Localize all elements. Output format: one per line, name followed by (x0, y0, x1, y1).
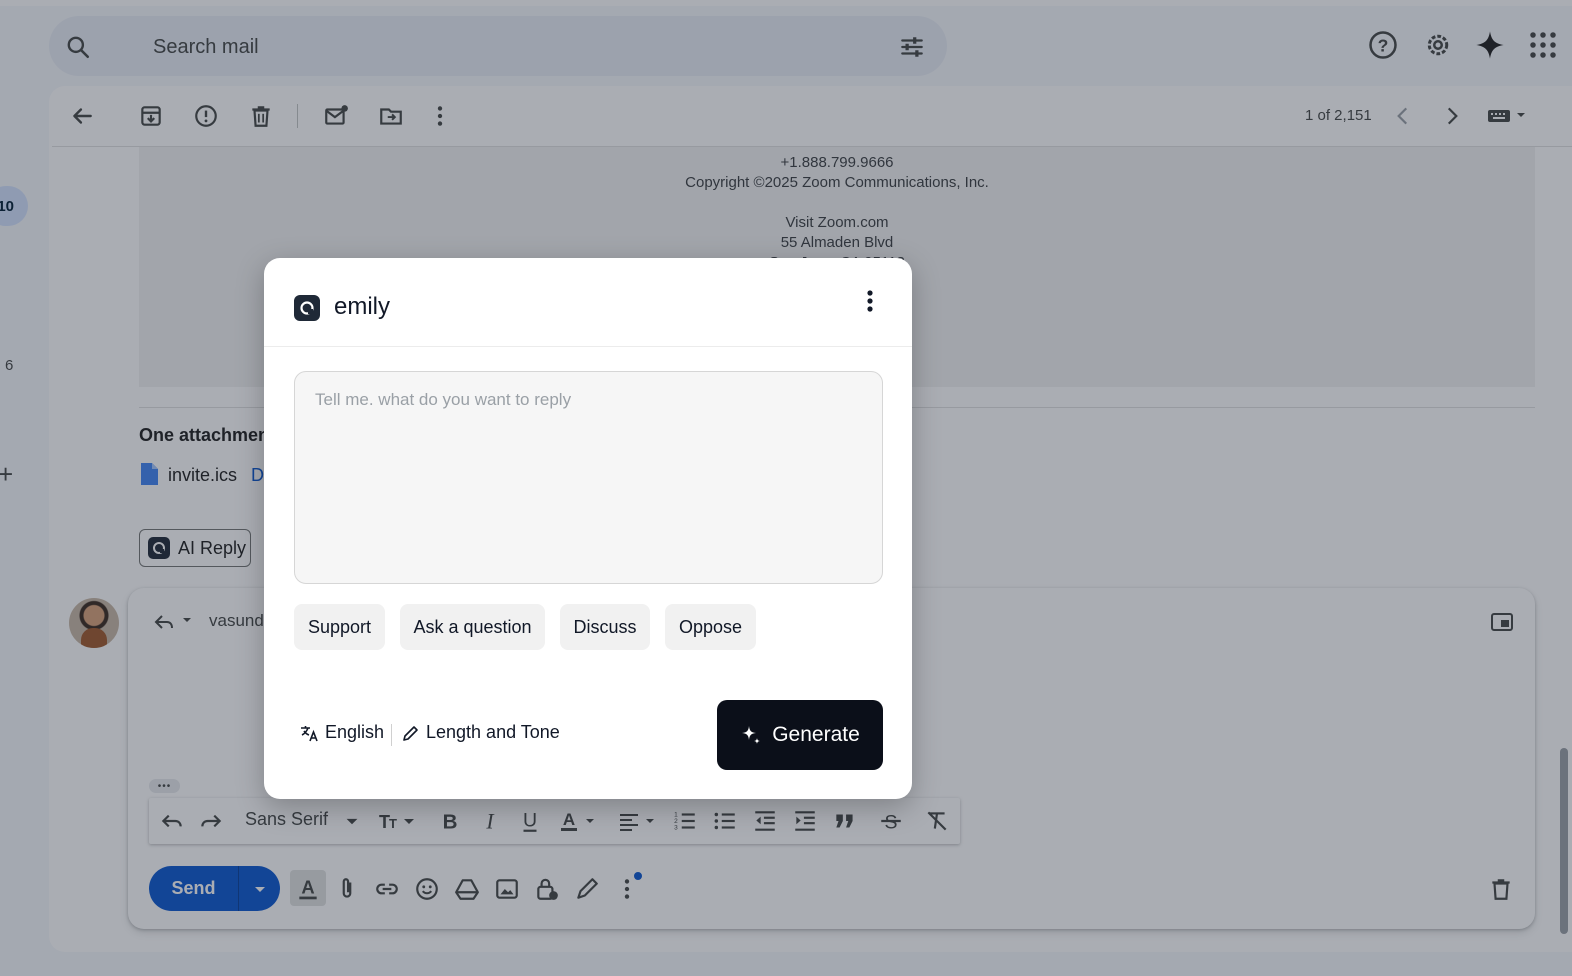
pencil-icon (403, 725, 418, 741)
language-label: English (325, 722, 385, 742)
generate-button[interactable]: Generate (717, 700, 883, 770)
chip-ask-question[interactable]: Ask a question (400, 604, 545, 650)
chip-discuss[interactable]: Discuss (560, 604, 650, 650)
reply-intent-textarea[interactable] (294, 371, 883, 584)
generate-label: Generate (772, 723, 860, 746)
translate-icon (301, 725, 318, 741)
length-tone-selector[interactable]: Length and Tone (402, 722, 560, 743)
chip-support[interactable]: Support (294, 604, 385, 650)
dialog-title: emily (334, 293, 391, 320)
options-divider (391, 724, 392, 746)
emily-reply-dialog: emily Support Ask a question Discuss Opp… (264, 258, 912, 799)
dialog-divider (264, 346, 912, 347)
sparkle-icon (742, 726, 761, 744)
length-tone-label: Length and Tone (426, 722, 560, 742)
chip-oppose[interactable]: Oppose (665, 604, 756, 650)
dialog-menu-icon[interactable] (860, 288, 880, 314)
emily-logo-icon (294, 295, 320, 321)
language-selector[interactable]: English (299, 722, 384, 743)
